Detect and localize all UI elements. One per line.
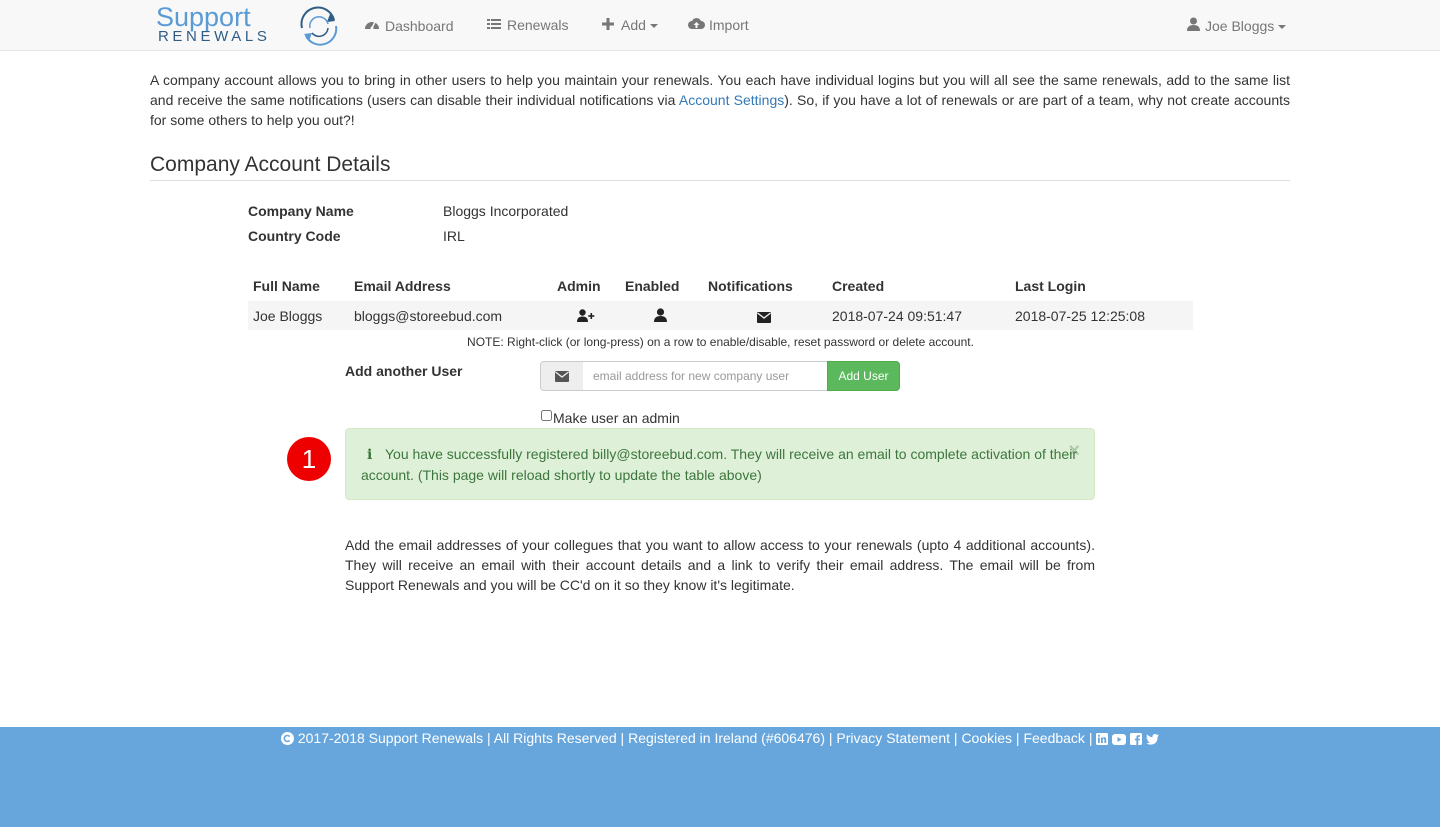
nav-dashboard[interactable]: Dashboard: [364, 17, 454, 34]
cell-last-login: 2018-07-25 12:25:08: [1015, 308, 1145, 324]
caret-down-icon: [1278, 25, 1287, 30]
footer-line: 2017-2018 Support Renewals | All Rights …: [0, 730, 1440, 748]
footer-separator: |: [1015, 730, 1020, 746]
close-icon[interactable]: ×: [1068, 441, 1080, 461]
footer-separator: |: [1088, 730, 1093, 746]
annotation-badge: 1: [287, 437, 331, 481]
info-icon: i: [367, 447, 373, 463]
country-code-label: Country Code: [248, 228, 341, 244]
facebook-icon[interactable]: [1130, 732, 1143, 748]
section-title: Company Account Details: [150, 152, 1290, 181]
make-admin-label[interactable]: Make user an admin: [553, 410, 680, 426]
make-admin-checkbox[interactable]: [541, 410, 552, 421]
plus-icon: [600, 17, 616, 33]
linkedin-icon[interactable]: [1096, 732, 1109, 748]
copyright-icon: [280, 732, 294, 748]
privacy-link[interactable]: Privacy Statement: [836, 730, 950, 746]
account-settings-link[interactable]: Account Settings: [679, 92, 784, 108]
envelope-icon: [555, 368, 569, 384]
new-user-email-input[interactable]: [583, 361, 828, 391]
nav-import-label: Import: [709, 17, 749, 33]
feedback-link[interactable]: Feedback: [1023, 730, 1084, 746]
nav-renewals-label: Renewals: [507, 17, 569, 33]
company-name-value: Bloggs Incorporated: [443, 203, 569, 219]
footer-separator: |: [953, 730, 958, 746]
user-icon[interactable]: [654, 308, 667, 325]
footer-copyright: 2017-2018 Support Renewals | All Rights …: [297, 730, 833, 746]
col-header-notifications[interactable]: Notifications: [708, 278, 793, 294]
brand-logo[interactable]: Support RENEWALS: [156, 2, 342, 46]
cell-created: 2018-07-24 09:51:47: [832, 308, 962, 324]
nav-user-menu[interactable]: Joe Bloggs: [1186, 17, 1287, 34]
add-user-button[interactable]: Add User: [827, 361, 900, 391]
renewal-arrows-icon: [300, 6, 338, 46]
list-icon: [486, 17, 502, 33]
top-navbar: Support RENEWALS Dashboard Renewals Add …: [0, 0, 1440, 51]
nav-user-label: Joe Bloggs: [1205, 18, 1275, 34]
col-header-enabled[interactable]: Enabled: [625, 278, 679, 294]
brand-word-renewals: RENEWALS: [158, 28, 271, 45]
country-code-value: IRL: [443, 228, 465, 244]
cookies-link[interactable]: Cookies: [961, 730, 1012, 746]
user-plus-icon[interactable]: [577, 309, 595, 325]
add-user-label: Add another User: [345, 363, 463, 379]
nav-import[interactable]: Import: [688, 17, 749, 33]
user-icon: [1186, 17, 1200, 34]
dashboard-icon: [364, 17, 380, 34]
success-alert: i You have successfully registered billy@…: [345, 428, 1095, 500]
help-paragraph: Add the email addresses of your collegue…: [345, 537, 1095, 593]
cloud-upload-icon: [688, 17, 705, 33]
cell-email: bloggs@storeebud.com: [354, 308, 503, 324]
nav-dashboard-label: Dashboard: [385, 18, 454, 34]
nav-add-dropdown[interactable]: Add: [600, 17, 658, 33]
table-note: NOTE: Right-click (or long-press) on a r…: [467, 335, 974, 349]
youtube-icon[interactable]: [1112, 732, 1127, 748]
col-header-last-login[interactable]: Last Login: [1015, 278, 1086, 294]
col-header-full-name[interactable]: Full Name: [253, 278, 320, 294]
alert-message: You have successfully registered billy@s…: [361, 446, 1077, 483]
col-header-admin[interactable]: Admin: [557, 278, 601, 294]
envelope-icon[interactable]: [757, 310, 771, 326]
col-header-created[interactable]: Created: [832, 278, 884, 294]
company-name-label: Company Name: [248, 203, 354, 219]
twitter-icon[interactable]: [1146, 732, 1160, 748]
intro-paragraph: A company account allows you to bring in…: [150, 70, 1290, 130]
nav-renewals[interactable]: Renewals: [486, 17, 568, 33]
footer: 2017-2018 Support Renewals | All Rights …: [0, 727, 1440, 827]
nav-add-label: Add: [621, 17, 646, 33]
caret-down-icon: [649, 24, 658, 29]
col-header-email[interactable]: Email Address: [354, 278, 451, 294]
cell-full-name: Joe Bloggs: [253, 308, 323, 324]
email-addon: [540, 361, 584, 391]
